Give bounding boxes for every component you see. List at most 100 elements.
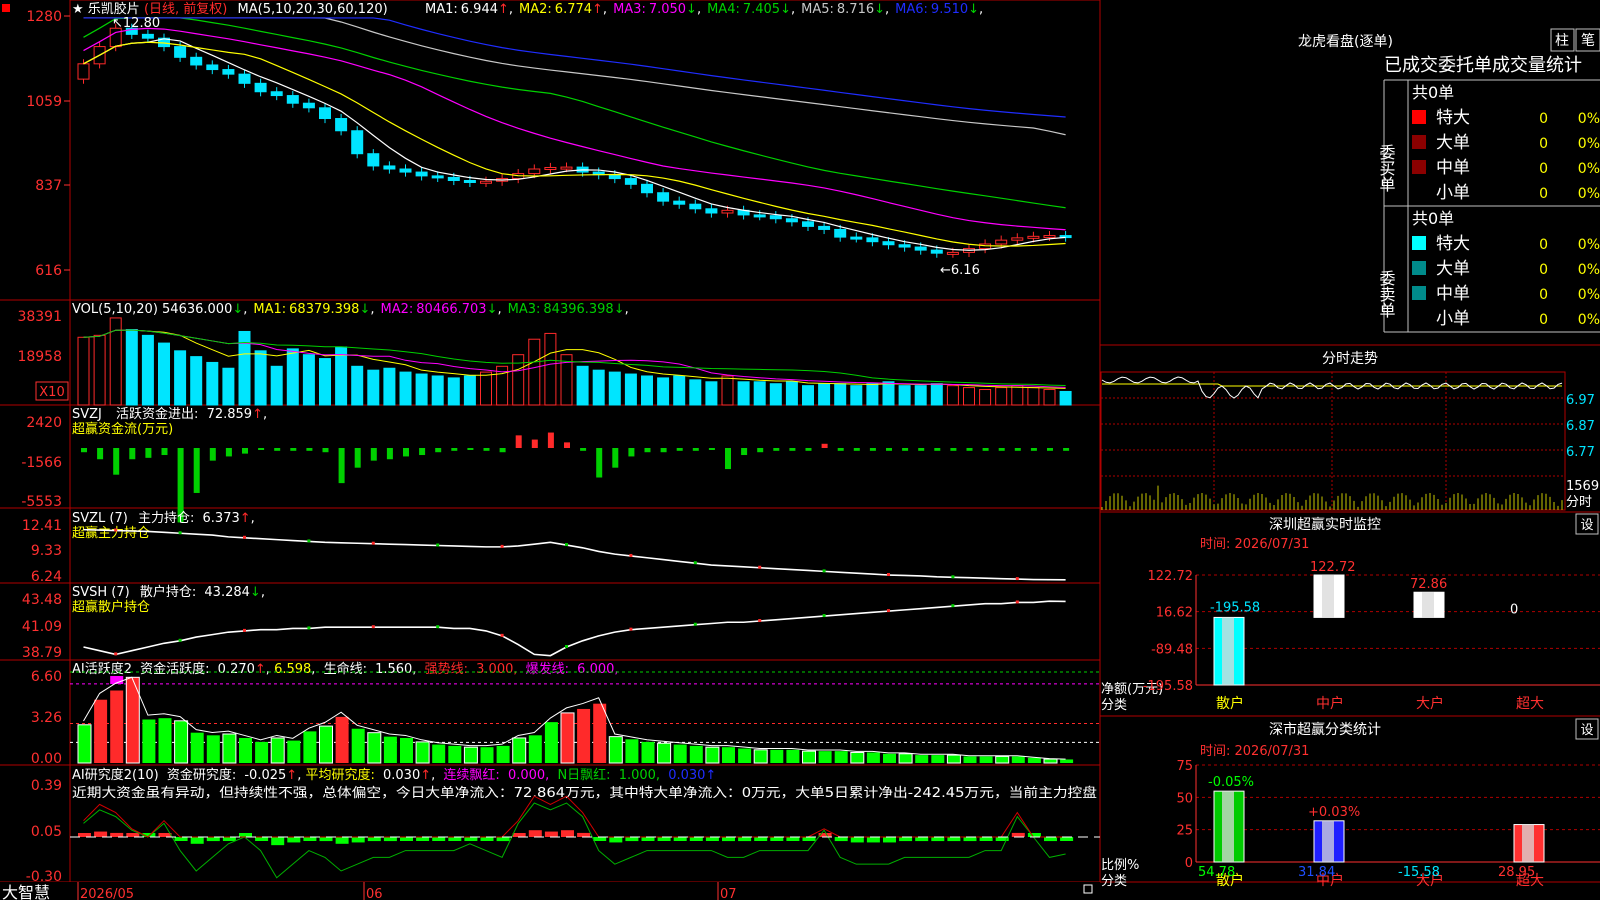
- svzj-bar: [644, 448, 651, 453]
- svzj-bar: [306, 448, 313, 451]
- svzj-bar: [660, 448, 667, 453]
- ma-label: MA1:: [253, 302, 286, 317]
- volume-bar: [576, 365, 589, 406]
- volume-bar: [286, 348, 299, 406]
- brand-logo: 大智慧: [2, 883, 50, 900]
- ai2-bar: [866, 837, 880, 843]
- volume-bar: [995, 387, 1008, 406]
- volume-bar: [624, 373, 637, 406]
- ai1-bar: [174, 720, 189, 764]
- candle-body: [850, 236, 863, 240]
- ai1-bar: [834, 751, 848, 763]
- ma-arrow: ↑: [592, 2, 603, 17]
- ma-sep: ,: [370, 302, 374, 317]
- lhb-row-count: 0: [1539, 262, 1548, 278]
- volume-bar: [737, 381, 750, 406]
- ai1-bar: [786, 749, 800, 763]
- ai2-bar: [400, 837, 413, 841]
- lhb-row-pct: 0%: [1578, 262, 1600, 278]
- ma-value: 8.716: [837, 2, 874, 17]
- ai2-bar: [432, 837, 446, 841]
- classify-title: 深市超赢分类统计: [1269, 721, 1381, 738]
- intraday-vol-max: 1569: [1566, 479, 1599, 494]
- ma-label: MA6:: [895, 2, 928, 17]
- ai2-bar: [206, 837, 220, 842]
- svzj-bar: [145, 448, 152, 458]
- svzl-header: SVZL (7) 主力持仓: 6.373↑,: [72, 511, 255, 526]
- ma-line-30: [83, 17, 1066, 209]
- ai2-ytick: 0.05: [31, 824, 62, 840]
- ma-label: MA3:: [508, 302, 541, 317]
- g-classify-bar-shine: [1222, 791, 1234, 862]
- candle-body: [254, 82, 267, 93]
- lhb-row-count: 0: [1539, 237, 1548, 253]
- x-label: 07: [720, 887, 737, 900]
- ai1-bar: [367, 732, 382, 764]
- g-svsh-marker: [565, 644, 568, 648]
- candle-body: [866, 237, 879, 243]
- ai2-bar: [883, 837, 896, 843]
- g-monitor-bar-shine: [1222, 617, 1234, 685]
- volume-bar: [1027, 387, 1040, 406]
- lhb-row-pct: 0%: [1578, 111, 1600, 127]
- volume-bar: [1043, 389, 1056, 406]
- ai1-bar: [190, 732, 204, 763]
- lhb-row-pct: 0%: [1578, 287, 1600, 303]
- ai1-bar: [319, 725, 333, 764]
- ai1-bar: [142, 719, 156, 763]
- g-classify-bar-shine: [1322, 820, 1334, 862]
- ai1-bar: [1060, 759, 1074, 763]
- g-svsh-marker: [629, 627, 633, 631]
- candle-body: [930, 249, 943, 254]
- ai1-bar: [415, 741, 430, 764]
- candle-body: [834, 228, 847, 238]
- ai2-bar: [834, 837, 848, 842]
- ai2-bar: [850, 837, 864, 843]
- lhb-row-name: 中单: [1436, 158, 1470, 178]
- x-axis-bar: [0, 882, 1100, 900]
- ai2-bar: [303, 837, 317, 841]
- price-ytick: 1280: [26, 9, 62, 25]
- right-sidebar: 龙虎看盘(逐单) 柱 笔 已成交委托单成交量统计 委买单共0单特大 0 0%大单 0 0…: [1100, 28, 1600, 889]
- ai2-bar: [239, 833, 252, 837]
- svzj-plot: [81, 432, 1070, 523]
- volume-bar: [125, 329, 138, 406]
- intraday-ytick: 6.77: [1566, 445, 1595, 460]
- ai2-bar: [979, 837, 993, 841]
- g-classify-ytick: 25: [1176, 824, 1193, 839]
- svzj-bar: [274, 448, 281, 451]
- svzj-ytick: -5553: [21, 494, 62, 510]
- g-svsh-marker: [114, 652, 118, 656]
- svzj-subtitle: 超赢资金流(万元): [72, 421, 173, 437]
- price-ytick: 616: [35, 263, 62, 279]
- price-y-axis: 1280 1059 837 616: [26, 9, 62, 279]
- candle-body: [141, 33, 154, 39]
- candle-body: [769, 215, 782, 220]
- ma-sep: ,: [697, 2, 701, 17]
- ai1-bar: [722, 747, 735, 763]
- ai1-bar: [995, 755, 1010, 764]
- classify-xlabel: 分类: [1101, 874, 1127, 889]
- intraday-ytick: 6.97: [1566, 393, 1595, 408]
- svzj-bar: [354, 448, 361, 468]
- g-monitor-category: 中户: [1316, 695, 1344, 712]
- volume-bar: [158, 342, 170, 406]
- ai2-bar: [416, 837, 430, 841]
- candle-body: [914, 246, 927, 251]
- menu-marker-icon[interactable]: [2, 4, 10, 12]
- ma-value: 7.405: [743, 2, 780, 17]
- volume-bar: [512, 354, 525, 406]
- low-label: ←6.16: [940, 263, 980, 278]
- candle-body: [174, 46, 187, 58]
- ai2-bar: [705, 837, 719, 841]
- lhb-row-name: 中单: [1436, 284, 1470, 304]
- g-classify-ytick: 50: [1176, 791, 1193, 806]
- volume-bar: [979, 389, 992, 406]
- svsh-ytick: 38.79: [22, 645, 62, 661]
- lhb-title: 龙虎看盘(逐单): [1298, 33, 1393, 50]
- candle-body: [480, 180, 492, 184]
- volume-bar: [673, 375, 686, 406]
- g-svsh-marker: [436, 625, 440, 629]
- ai1-bar: [110, 690, 124, 763]
- svzj-bar: [113, 448, 120, 475]
